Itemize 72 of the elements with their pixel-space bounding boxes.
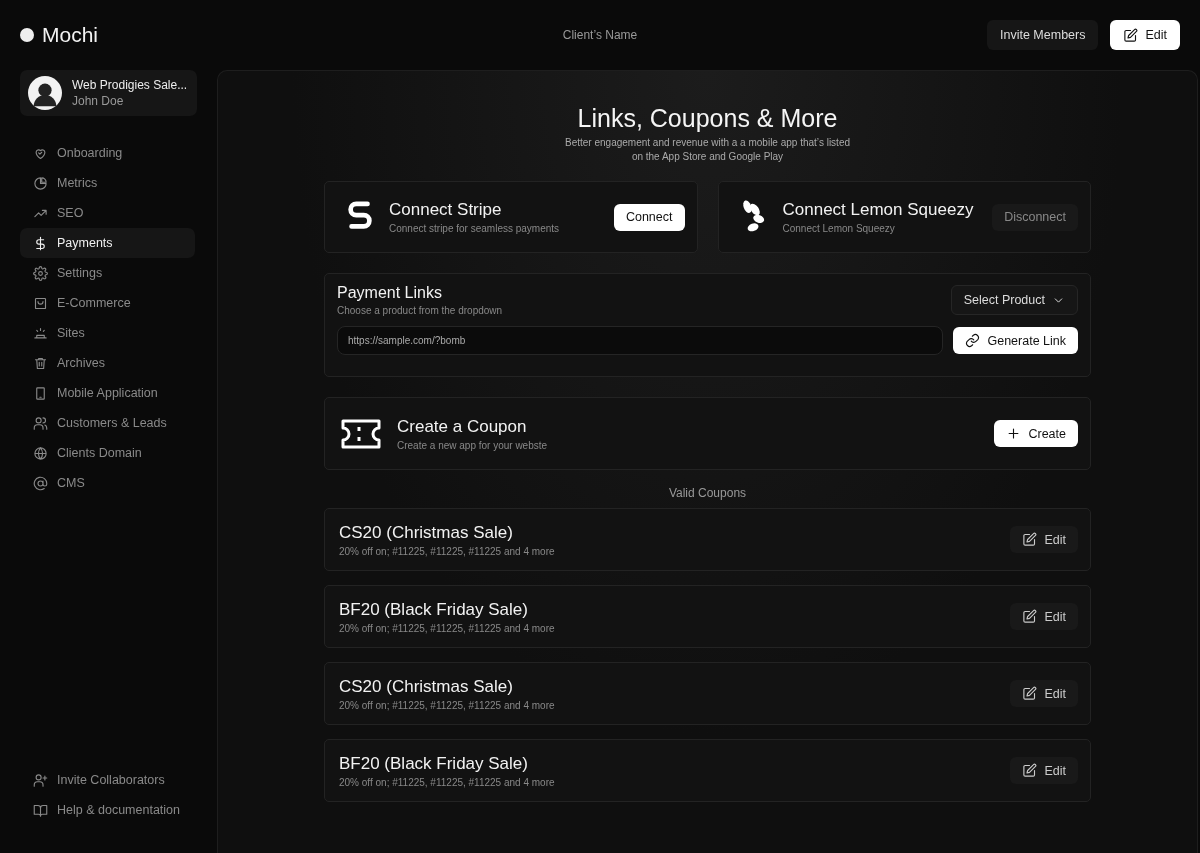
card-title: Create a Coupon [397,416,528,437]
coupon-title: CS20 (Christmas Sale) [339,676,514,697]
account-name: Web Prodigies Sale... [72,78,188,92]
plus-icon [1006,426,1022,441]
edit-button[interactable]: Edit [1110,20,1180,50]
coupon-description: 20% off on; #11225, #11225, #11225 and 4 more [339,622,556,634]
coupon-title: CS20 (Christmas Sale) [339,522,514,543]
sidebar-item[interactable]: Clients Domain [20,438,195,468]
users-icon [33,415,48,431]
edit-icon [1022,609,1038,624]
sidebar-item[interactable]: Onboarding [20,138,195,168]
at-icon [33,475,48,491]
invite-members-button[interactable]: Invite Members [987,20,1099,50]
sidebar-item[interactable]: Metrics [20,168,195,198]
edit-button[interactable]: Edit [1010,680,1078,707]
card-description: Connect stripe for seamless payments [389,223,561,234]
edit-icon [1123,27,1139,43]
user-name: John Doe [72,94,125,108]
coupon-description: 20% off on; #11225, #11225, #11225 and 4 more [339,699,556,711]
settings-icon [33,265,48,281]
sidebar-item[interactable]: Settings [20,258,195,288]
url-field[interactable]: https://sample.com/?bomb [337,326,944,355]
sidebar-item[interactable]: Payments [20,228,195,258]
card-title: Payment Links [337,284,443,302]
generate-link-button[interactable]: Generate Link [953,327,1078,354]
sidebar-item[interactable]: Archives [20,348,195,378]
page-subtitle: Better engagement and revenue with a a mobile app that’s listed on the App Store and Google Play [564,136,851,164]
product-select[interactable]: Select Product [950,285,1078,315]
trash-icon [33,355,48,371]
sidebar-item[interactable]: E-Commerce [20,288,195,318]
edit-button[interactable]: Edit [1010,526,1078,553]
bag-icon [33,295,48,311]
ticket-icon [339,417,383,450]
edit-button[interactable]: Edit [1010,603,1078,630]
edit-button[interactable]: Edit [1010,757,1078,784]
coupon-title: BF20 (Black Friday Sale) [339,599,529,620]
section-heading: Valid Coupons [667,486,748,500]
card-title: Connect Stripe [389,200,503,220]
card-description: Create a new app for your webste [397,439,549,451]
sidebar-link[interactable]: Help & documentation [20,795,195,825]
coupon-description: 20% off on; #11225, #11225, #11225 and 4 more [339,545,556,557]
sidebar-item[interactable]: Sites [20,318,195,348]
dollar-icon [33,235,48,251]
create-button[interactable]: Create [994,420,1078,447]
card-description: Connect Lemon Squeezy [782,223,896,234]
link-icon [965,333,981,348]
avatar-icon [28,76,62,110]
sidebar-item[interactable]: SEO [20,198,195,228]
pie-chart-icon [33,175,48,191]
client-name: Client’s Name [562,28,638,42]
logo-icon [20,28,34,42]
page-title: Links, Coupons & More [577,104,838,133]
edit-icon [1022,686,1038,701]
globe-icon [33,445,48,461]
book-icon [33,802,48,818]
sidebar-link[interactable]: Invite Collaborators [20,765,195,795]
brand-name: Mochi [42,23,99,47]
coupon-title: BF20 (Black Friday Sale) [339,753,529,774]
edit-icon [1022,763,1038,778]
phone-icon [33,385,48,401]
sidebar-item[interactable]: Mobile Application [20,378,195,408]
card-description: Choose a product from the dropdown [337,305,504,316]
sun-icon [33,325,48,341]
card-title: Connect Lemon Squeezy [782,200,975,220]
disconnect-button[interactable]: Disconnect [992,203,1078,231]
add-user-icon [33,772,48,788]
edit-icon [1022,532,1038,547]
sidebar-item[interactable]: Customers & Leads [20,408,195,438]
connect-button[interactable]: Connect [613,203,685,231]
sidebar-item[interactable]: CMS [20,468,195,498]
coupon-description: 20% off on; #11225, #11225, #11225 and 4 more [339,776,556,788]
account-card[interactable]: Web Prodigies Sale... John Doe [20,70,197,116]
